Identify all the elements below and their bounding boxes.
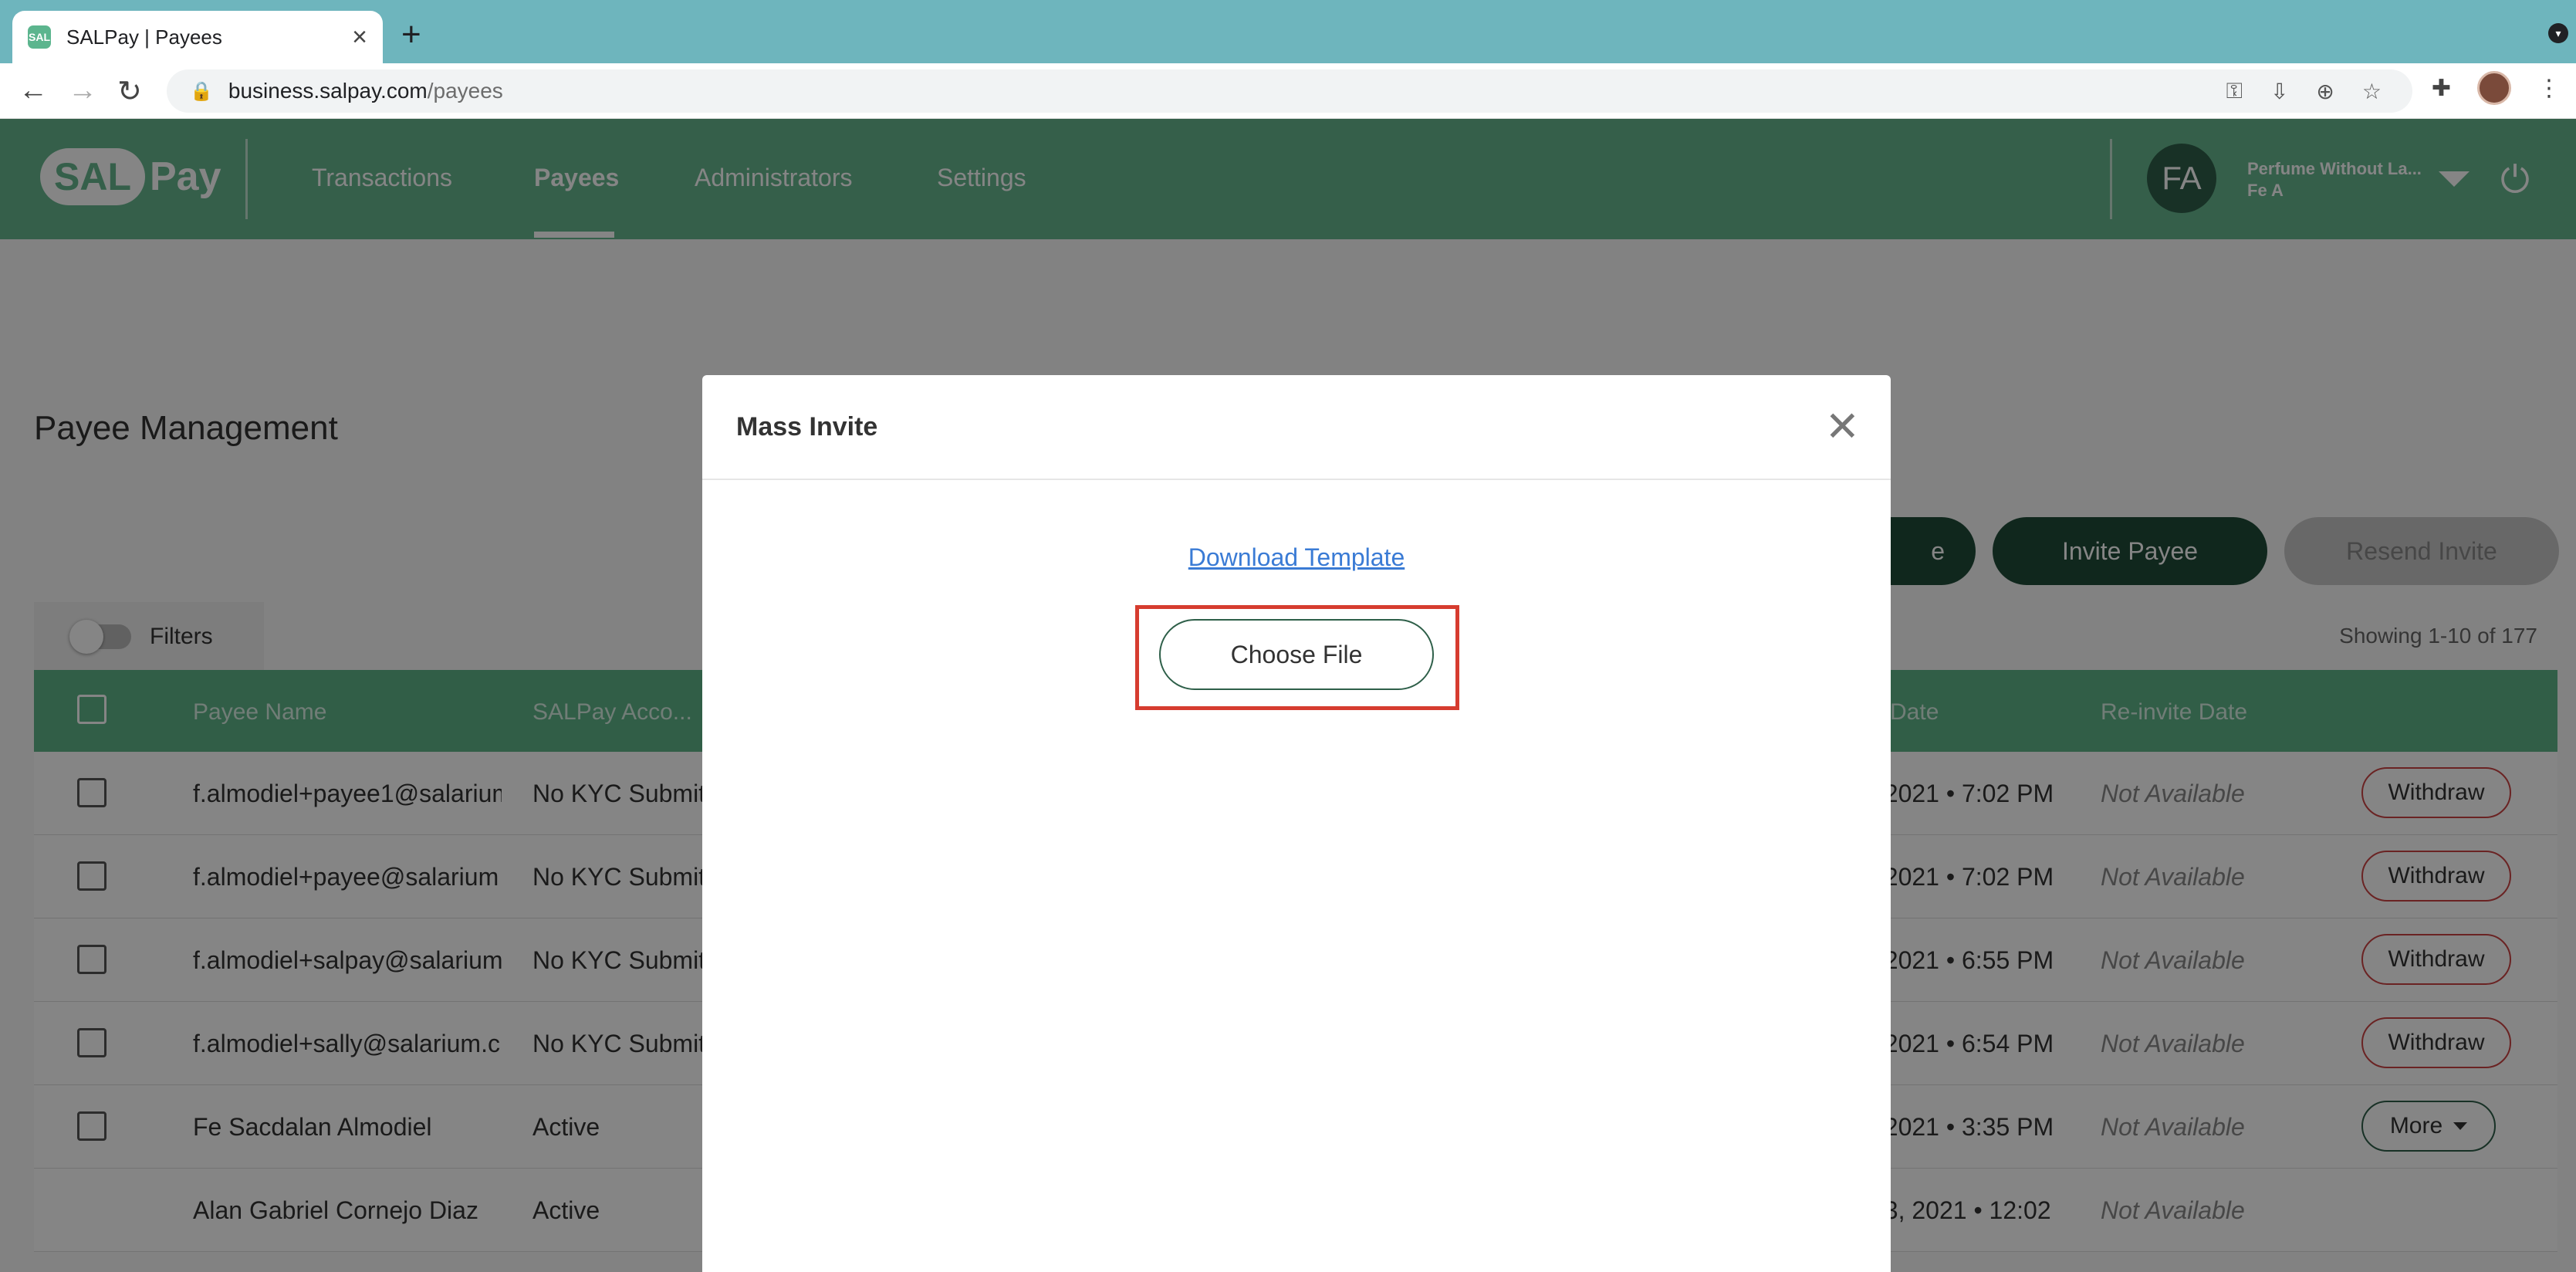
reload-icon[interactable]: ↻ [117, 74, 142, 109]
tab-title: SALPay | Payees [66, 25, 222, 49]
close-icon[interactable]: ✕ [1825, 406, 1860, 448]
back-icon[interactable]: ← [19, 74, 48, 107]
salpay-favicon-icon: SAL [28, 25, 51, 49]
install-icon[interactable]: ⇩ [2270, 79, 2288, 104]
browser-toolbar: ← → ↻ 🔒 business.salpay.com/payees ⚿ ⇩ ⊕… [0, 63, 2576, 119]
browser-tab[interactable]: SAL SALPay | Payees × [12, 11, 383, 63]
tab-close-icon[interactable]: × [352, 22, 367, 52]
browser-tabstrip: SAL SALPay | Payees × + ▾ [0, 0, 2576, 63]
new-tab-icon[interactable]: + [401, 15, 421, 54]
zoom-icon[interactable]: ⊕ [2316, 79, 2334, 104]
address-bar[interactable]: 🔒 business.salpay.com/payees ⚿ ⇩ ⊕ ☆ [167, 69, 2412, 113]
tab-search-icon[interactable]: ▾ [2548, 23, 2568, 43]
choose-file-button[interactable]: Choose File [1159, 619, 1434, 690]
extensions-icon[interactable]: ✚ [2432, 75, 2451, 102]
bookmark-star-icon[interactable]: ☆ [2362, 79, 2382, 104]
key-icon[interactable]: ⚿ [2226, 79, 2243, 104]
mass-invite-modal: Mass Invite ✕ Download Template Choose F… [702, 375, 1891, 1272]
modal-header: Mass Invite ✕ [702, 375, 1891, 480]
profile-avatar[interactable] [2477, 71, 2511, 105]
forward-icon[interactable]: → [68, 74, 97, 107]
modal-title: Mass Invite [736, 412, 878, 441]
url-text: business.salpay.com/payees [228, 79, 503, 103]
download-template-link[interactable]: Download Template [702, 543, 1891, 572]
lock-icon: 🔒 [190, 80, 213, 102]
browser-menu-icon[interactable]: ⋮ [2537, 75, 2561, 102]
